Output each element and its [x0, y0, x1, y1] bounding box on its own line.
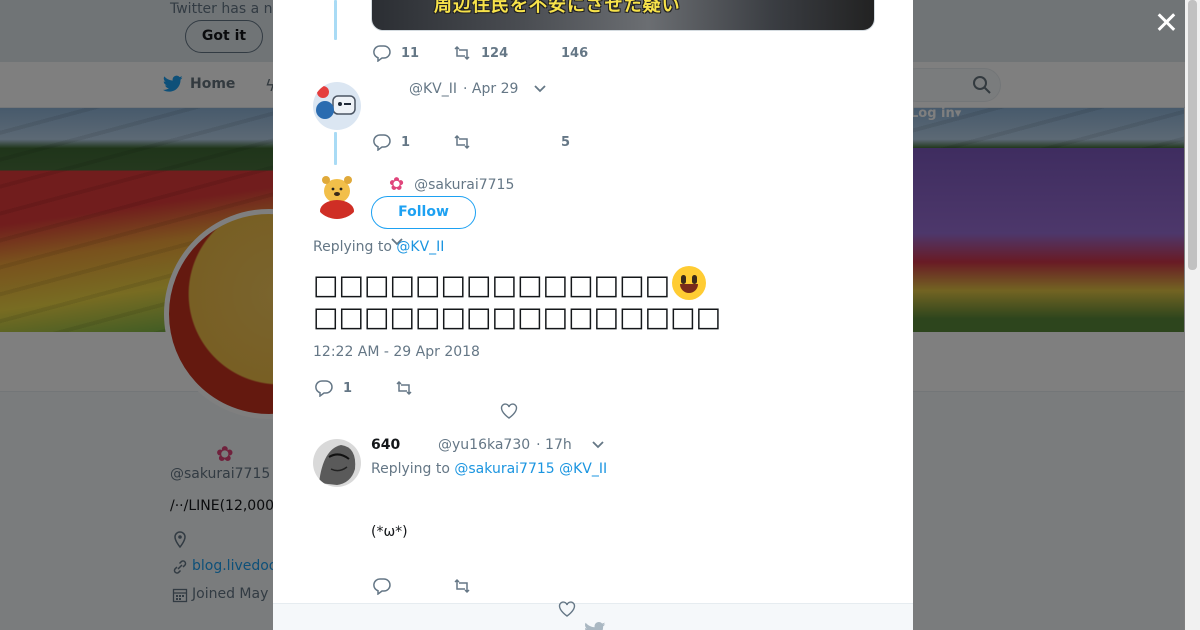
retweet-icon	[454, 134, 470, 150]
retweet-button[interactable]	[453, 133, 471, 151]
robot-avatar-image	[313, 82, 361, 130]
tweet2-handle[interactable]: @KV_II	[409, 81, 457, 97]
twitter-bird-icon	[585, 622, 606, 630]
like-button[interactable]: 5	[561, 135, 570, 150]
scrollbar-thumb[interactable]	[1188, 0, 1197, 270]
follow-button[interactable]: Follow	[371, 196, 476, 229]
reply-button[interactable]: 1	[315, 379, 352, 397]
reply-count: 1	[401, 134, 411, 150]
reply-replying-to: Replying to @sakurai7715 @KV_II	[371, 461, 608, 477]
reply-author-name[interactable]: 640	[371, 437, 400, 453]
tweet-modal: 周辺住民を不安にさせた疑い 11 124 146 @KV_II · Apr 29	[273, 0, 913, 630]
tweet-media-image[interactable]: 周辺住民を不安にさせた疑い	[371, 0, 875, 31]
tweet-timestamp[interactable]: 12:22 AM - 29 Apr 2018	[313, 344, 480, 360]
tweet2-header: @KV_II · Apr 29	[409, 81, 547, 97]
like-count: 5	[561, 134, 571, 150]
replying-to: Replying to @KV_II	[313, 239, 445, 255]
reply-button[interactable]: 11	[373, 44, 419, 62]
thread-connector	[334, 0, 337, 40]
tweet2-actions: 1 5	[373, 132, 673, 152]
retweet-count: 124	[481, 45, 509, 61]
close-icon[interactable]: ✕	[1153, 9, 1180, 39]
heart-icon[interactable]	[558, 601, 576, 617]
kv-ii-avatar[interactable]	[313, 82, 361, 130]
reply-button[interactable]: 1	[373, 133, 410, 151]
sakurai-avatar[interactable]	[313, 171, 361, 219]
reply-icon	[315, 380, 333, 397]
retweet-button[interactable]: 124	[453, 44, 508, 62]
reply-author-handle[interactable]: @yu16ka730	[438, 437, 530, 453]
reply-tweet-actions	[373, 576, 673, 596]
mention-link[interactable]: @sakurai7715	[454, 461, 554, 477]
reply-icon	[373, 578, 391, 595]
reply-count: 1	[343, 380, 353, 396]
hibiscus-icon: ✿	[389, 174, 405, 195]
like-count: 146	[561, 45, 589, 61]
thread-connector	[334, 132, 337, 165]
chevron-down-icon[interactable]	[592, 441, 604, 449]
mention-link[interactable]: @KV_II	[396, 239, 444, 255]
smiley-emoji-icon	[672, 266, 707, 300]
main-tweet-text: □□□□□□□□□□□□□□ □□□□□□□□□□□□□□□□	[313, 266, 721, 334]
image-caption: 周辺住民を不安にさせた疑い	[434, 0, 681, 16]
main-tweet-handle[interactable]: @sakurai7715	[414, 177, 514, 193]
tweet2-date[interactable]: · Apr 29	[463, 81, 518, 97]
retweet-icon	[454, 45, 470, 61]
reply-tweet-header: @yu16ka730 · 17h	[438, 437, 604, 453]
main-tweet-actions: 1	[315, 378, 615, 398]
retweet-icon	[396, 380, 412, 396]
reply-tweet-text: (*ω*)	[371, 524, 408, 540]
reply-icon	[373, 45, 391, 62]
retweet-button[interactable]	[395, 379, 413, 397]
pooh-avatar-image	[313, 171, 361, 219]
reply-time[interactable]: · 17h	[536, 437, 572, 453]
like-button[interactable]: 146	[561, 46, 588, 61]
tweet-actions: 11 124 146	[373, 43, 673, 63]
reply-count: 11	[401, 45, 420, 61]
sketch-avatar-image	[313, 439, 361, 487]
mention-link[interactable]: @KV_II	[559, 461, 607, 477]
reply-button[interactable]	[373, 577, 391, 595]
yu16ka730-avatar[interactable]	[313, 439, 361, 487]
retweet-icon	[454, 578, 470, 594]
chevron-down-icon[interactable]	[534, 85, 547, 93]
main-tweet-header: ✿ @sakurai7715	[389, 174, 514, 195]
retweet-button[interactable]	[453, 577, 471, 595]
heart-icon[interactable]	[500, 403, 518, 419]
reply-icon	[373, 134, 391, 151]
